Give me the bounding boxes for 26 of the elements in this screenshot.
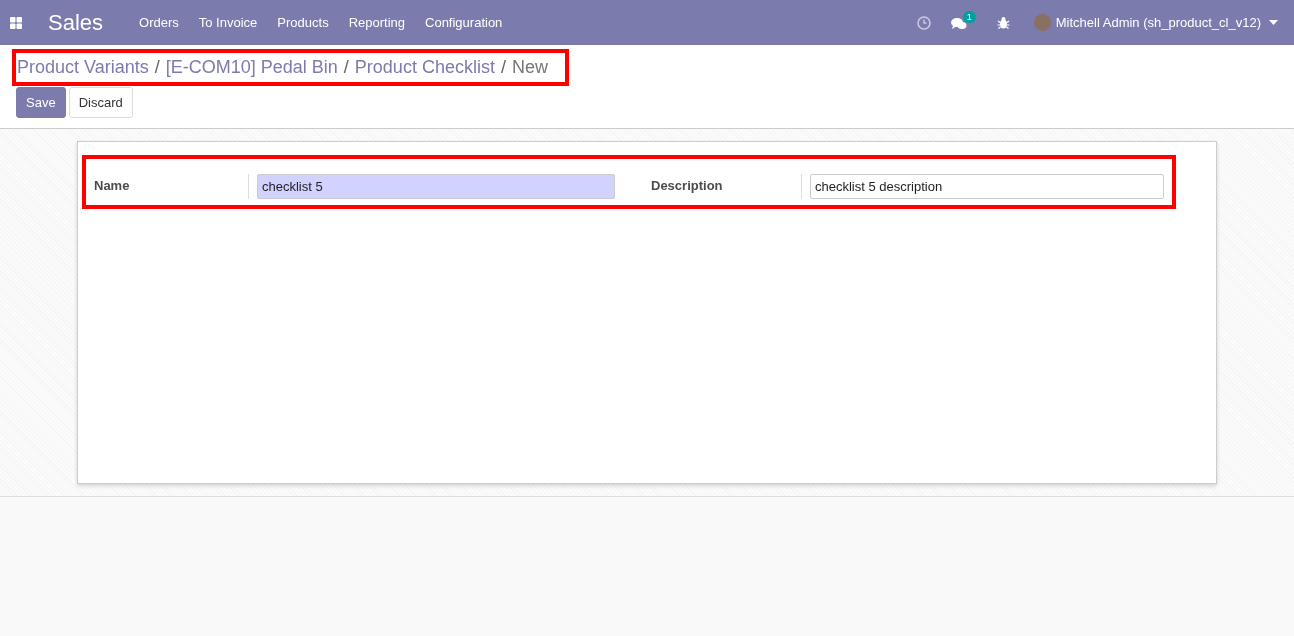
clock-icon[interactable] [916,15,931,30]
breadcrumb-separator: / [154,57,160,78]
breadcrumb-link[interactable]: Product Variants [17,57,149,78]
bug-icon[interactable] [996,16,1010,29]
caret-icon[interactable] [1269,20,1278,25]
chat-icon[interactable] [950,16,967,31]
app-name[interactable]: Sales [48,9,104,36]
breadcrumb-separator: / [343,57,349,78]
text-input-field[interactable]: checklist 5 description [810,174,1164,199]
discard-button[interactable]: Discard [68,87,133,118]
breadcrumb-link[interactable]: Product Checklist [354,57,495,78]
menu-item[interactable]: Products [277,15,329,30]
save-button[interactable]: Save [16,87,66,118]
message-count-badge: 1 [962,10,976,23]
field-label: Name [94,177,131,193]
breadcrumb-separator: / [500,57,506,78]
menu-item[interactable]: Configuration [425,15,503,30]
current-page-title: New [511,57,548,78]
menu-item[interactable]: Orders [139,15,179,30]
apps-grid-icon[interactable] [10,16,22,29]
breadcrumb-link[interactable]: [E-COM10] Pedal Bin [165,57,338,78]
menu-item[interactable]: Reporting [348,15,405,30]
text-input-field[interactable]: checklist 5 [257,174,615,199]
field-label: Description [651,177,724,193]
user-menu[interactable]: Mitchell Admin (sh_product_cl_v12) [1055,15,1261,30]
menu-item[interactable]: To Invoice [198,15,258,30]
